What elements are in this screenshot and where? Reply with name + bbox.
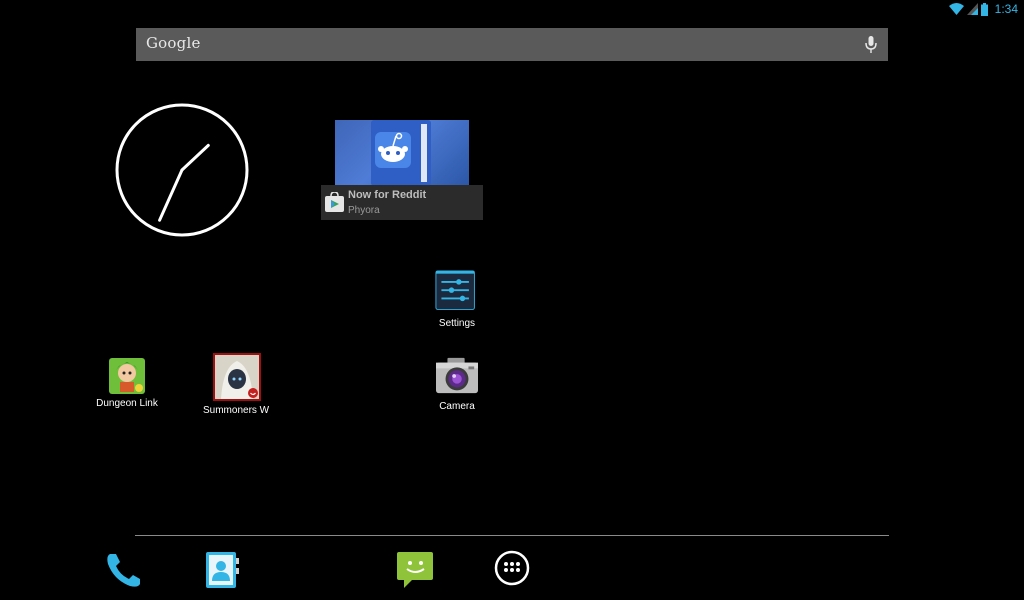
play-store-icon (325, 192, 344, 212)
dock-divider (135, 535, 889, 536)
widget-preview-image (335, 120, 469, 186)
app-drawer-icon[interactable] (490, 546, 534, 590)
reddit-app-icon (371, 120, 431, 186)
app-dungeon-link[interactable]: Dungeon Link (82, 358, 172, 409)
settings-icon (435, 270, 475, 310)
google-logo: Google (146, 34, 201, 52)
analog-clock-widget[interactable] (114, 102, 250, 238)
signal-icon (966, 3, 978, 15)
status-time: 1:34 (994, 2, 1018, 16)
google-search-bar[interactable]: Google (136, 28, 888, 61)
clock-minute-hand (158, 168, 184, 222)
phone-icon[interactable] (102, 548, 146, 592)
widget-label-bar: Now for Reddit Phyora (321, 185, 483, 220)
microphone-icon[interactable] (864, 36, 878, 54)
summoners-war-icon (213, 353, 261, 401)
messaging-icon[interactable] (394, 548, 438, 592)
status-icons: 1:34 (948, 2, 1018, 16)
battery-icon (980, 2, 988, 16)
dungeon-link-icon (109, 358, 145, 394)
clock-hour-hand (180, 143, 210, 172)
contacts-icon[interactable] (200, 548, 244, 592)
status-bar: 1:34 (0, 0, 1024, 18)
app-label: Summoners W (203, 405, 270, 416)
widget-subtitle: Phyora (348, 205, 380, 216)
app-label: Camera (439, 401, 475, 412)
camera-icon (436, 357, 478, 394)
wifi-icon (948, 3, 964, 15)
app-settings[interactable]: Settings (412, 270, 502, 329)
app-camera[interactable]: Camera (412, 355, 502, 412)
app-summoners-war[interactable]: Summoners W (192, 353, 282, 416)
app-label: Settings (438, 318, 476, 329)
now-for-reddit-widget[interactable]: Now for Reddit Phyora (321, 120, 483, 220)
app-label: Dungeon Link (96, 398, 158, 409)
widget-title: Now for Reddit (348, 189, 427, 201)
